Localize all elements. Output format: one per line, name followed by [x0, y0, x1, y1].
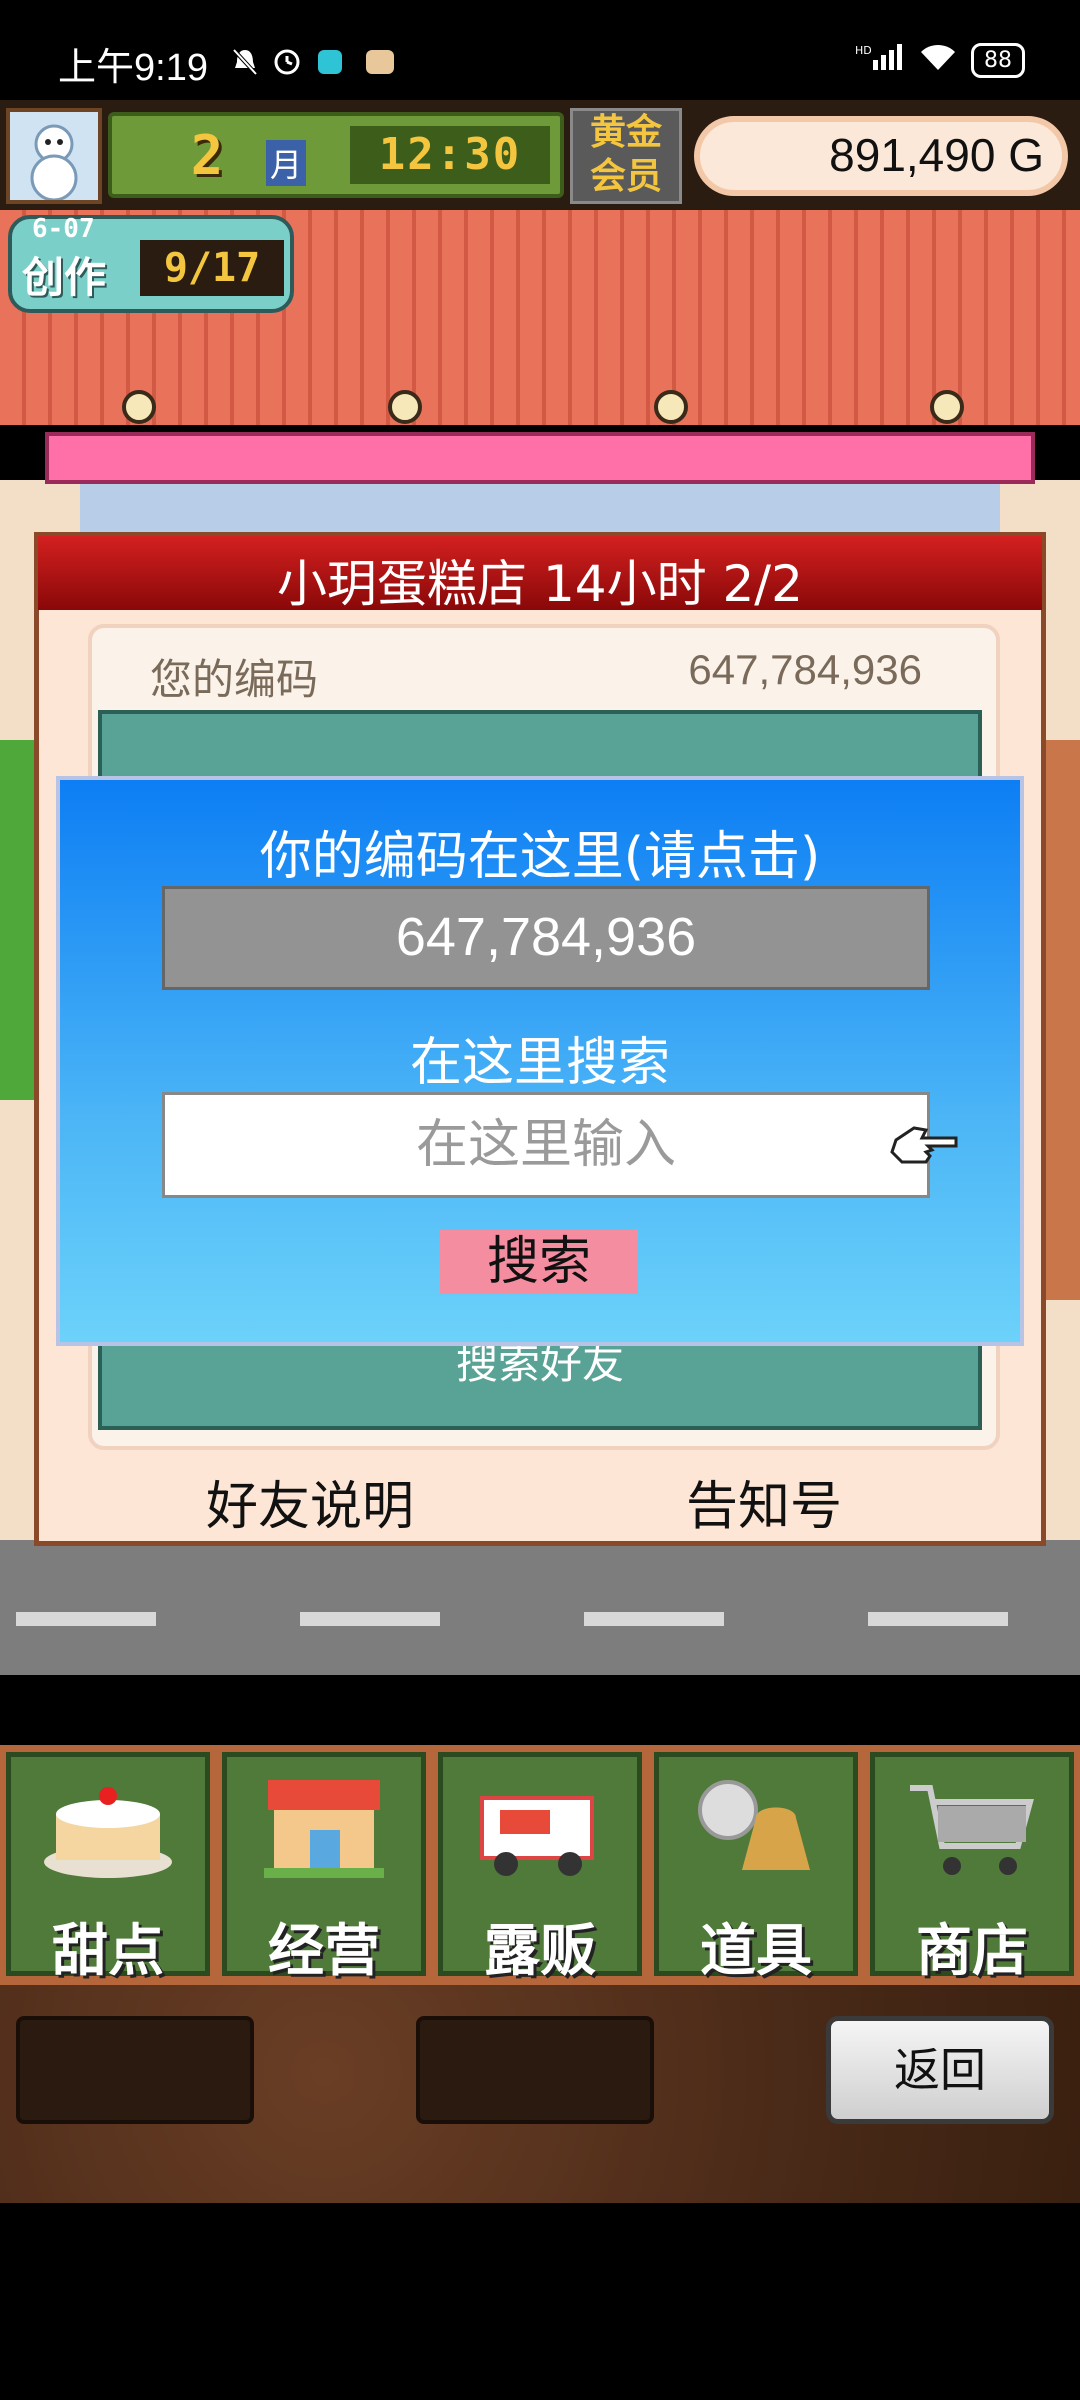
menu-label: 经营 — [268, 1919, 380, 1984]
money-amount: 891,490 G — [829, 129, 1044, 181]
app-notification-icon — [318, 50, 342, 74]
navigation-bar-area — [0, 2203, 1080, 2400]
mute-icon — [232, 48, 258, 76]
shop-title: 小玥蛋糕店 14小时 2/2 — [277, 555, 803, 613]
scene-divider — [0, 1675, 1080, 1745]
lamp-icon — [930, 390, 964, 424]
alarm-icon — [272, 46, 302, 76]
popup-title: 你的编码在这里(请点击) — [259, 827, 821, 887]
menu-label: 露贩 — [484, 1919, 596, 1984]
snowman-icon — [30, 124, 78, 202]
friend-description-button[interactable]: 好友说明 — [206, 1464, 414, 1539]
gold-member-badge[interactable]: 黄金会员 — [570, 108, 682, 204]
empty-slot — [416, 2016, 654, 2124]
road-stripe — [584, 1612, 724, 1626]
road-stripe — [300, 1612, 440, 1626]
code-display-button[interactable]: 647,784,936 — [162, 886, 930, 990]
status-time: 上午9:19 — [58, 47, 208, 89]
create-label: 创作 — [22, 253, 107, 302]
empty-slot — [16, 2016, 254, 2124]
signal-icon: HD — [855, 42, 905, 78]
items-bag-icon — [686, 1774, 826, 1884]
menu-label: 甜点 — [52, 1919, 164, 1984]
search-input[interactable] — [162, 1092, 930, 1198]
menu-label: 商店 — [916, 1919, 1028, 1984]
player-avatar[interactable] — [6, 108, 102, 204]
pointing-hand-icon — [886, 1118, 960, 1170]
shopping-cart-icon — [902, 1774, 1042, 1884]
battery-indicator: 88 — [971, 42, 1025, 78]
search-heading: 在这里搜索 — [409, 1033, 670, 1093]
game-clock: 12:30 — [350, 126, 550, 184]
code-value: 647,784,936 — [688, 646, 922, 693]
notice-button[interactable]: 告知号 — [686, 1464, 842, 1539]
create-progress: 9/17 — [140, 240, 284, 296]
wifi-icon — [919, 42, 957, 78]
road-stripe — [868, 1612, 1008, 1626]
game-notification-icon — [366, 50, 394, 74]
cake-icon — [38, 1774, 178, 1884]
food-truck-icon — [470, 1774, 610, 1884]
svg-text:HD: HD — [855, 44, 872, 57]
tree-left — [0, 740, 34, 1100]
code-label: 您的编码 — [150, 655, 319, 704]
shop-icon — [254, 1774, 394, 1884]
road — [0, 1540, 1080, 1675]
shop-awning — [45, 432, 1035, 484]
lamp-icon — [122, 390, 156, 424]
search-button[interactable]: 搜索 — [440, 1230, 638, 1294]
road-stripe — [16, 1612, 156, 1626]
month-label: 月 — [266, 140, 307, 186]
menu-label: 道具 — [700, 1919, 812, 1984]
lamp-icon — [654, 390, 688, 424]
status-bar: 上午9:19 HD 88 — [0, 0, 1080, 100]
building-right — [1046, 740, 1080, 1300]
create-date: 6-07 — [32, 214, 95, 244]
back-button[interactable]: 返回 — [826, 2016, 1054, 2124]
lamp-icon — [388, 390, 422, 424]
month-number: 2 — [190, 124, 224, 187]
